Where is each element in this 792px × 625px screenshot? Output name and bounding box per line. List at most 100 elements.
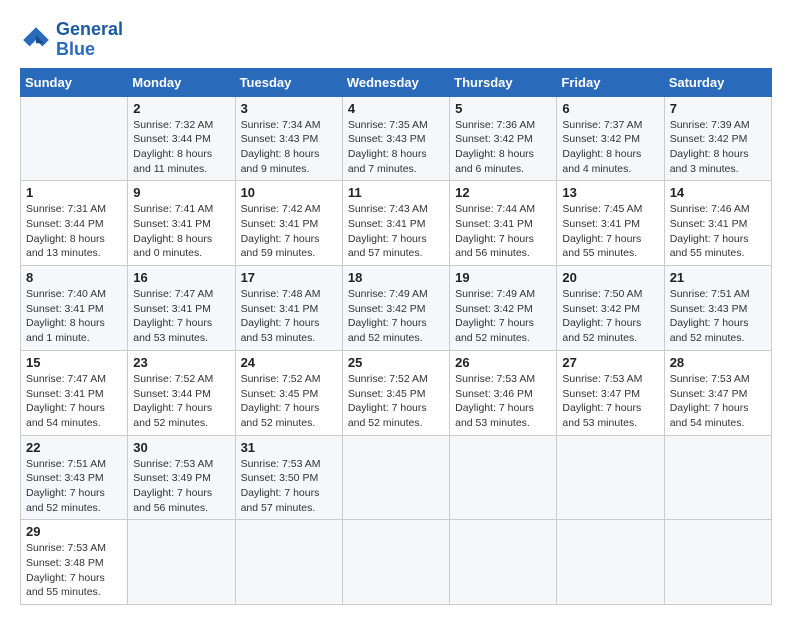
calendar-cell: 21 Sunrise: 7:51 AMSunset: 3:43 PMDayligh…: [664, 266, 771, 351]
day-info: Sunrise: 7:53 AMSunset: 3:47 PMDaylight:…: [562, 372, 658, 431]
day-info: Sunrise: 7:47 AMSunset: 3:41 PMDaylight:…: [133, 287, 229, 346]
calendar-cell: [235, 520, 342, 605]
calendar-cell: [21, 96, 128, 181]
weekday-header-tuesday: Tuesday: [235, 68, 342, 96]
day-info: Sunrise: 7:36 AMSunset: 3:42 PMDaylight:…: [455, 118, 551, 177]
day-number: 20: [562, 270, 658, 285]
day-number: 19: [455, 270, 551, 285]
weekday-header-saturday: Saturday: [664, 68, 771, 96]
calendar-cell: [450, 520, 557, 605]
day-number: 14: [670, 185, 766, 200]
day-info: Sunrise: 7:47 AMSunset: 3:41 PMDaylight:…: [26, 372, 122, 431]
weekday-header-monday: Monday: [128, 68, 235, 96]
day-info: Sunrise: 7:49 AMSunset: 3:42 PMDaylight:…: [455, 287, 551, 346]
logo-icon: [20, 24, 52, 56]
day-info: Sunrise: 7:34 AMSunset: 3:43 PMDaylight:…: [241, 118, 337, 177]
day-info: Sunrise: 7:40 AMSunset: 3:41 PMDaylight:…: [26, 287, 122, 346]
day-info: Sunrise: 7:46 AMSunset: 3:41 PMDaylight:…: [670, 202, 766, 261]
logo-text: General Blue: [56, 20, 123, 60]
day-number: 7: [670, 101, 766, 116]
calendar-cell: 7 Sunrise: 7:39 AMSunset: 3:42 PMDaylight…: [664, 96, 771, 181]
day-info: Sunrise: 7:48 AMSunset: 3:41 PMDaylight:…: [241, 287, 337, 346]
day-info: Sunrise: 7:53 AMSunset: 3:46 PMDaylight:…: [455, 372, 551, 431]
calendar-cell: 28Sunrise: 7:53 AMSunset: 3:47 PMDayligh…: [664, 350, 771, 435]
calendar-cell: 26 Sunrise: 7:53 AMSunset: 3:46 PMDayligh…: [450, 350, 557, 435]
day-number: 16: [133, 270, 229, 285]
calendar-cell: 23 Sunrise: 7:52 AMSunset: 3:44 PMDayligh…: [128, 350, 235, 435]
logo: General Blue: [20, 20, 123, 60]
day-number: 25: [348, 355, 444, 370]
day-number: 2: [133, 101, 229, 116]
day-number: 4: [348, 101, 444, 116]
calendar-cell: 30 Sunrise: 7:53 AMSunset: 3:49 PMDayligh…: [128, 435, 235, 520]
calendar-cell: 5Sunrise: 7:36 AMSunset: 3:42 PMDaylight…: [450, 96, 557, 181]
calendar-cell: 18 Sunrise: 7:49 AMSunset: 3:42 PMDayligh…: [342, 266, 449, 351]
calendar-cell: 24 Sunrise: 7:52 AMSunset: 3:45 PMDayligh…: [235, 350, 342, 435]
day-info: Sunrise: 7:39 AMSunset: 3:42 PMDaylight:…: [670, 118, 766, 177]
day-info: Sunrise: 7:49 AMSunset: 3:42 PMDaylight:…: [348, 287, 444, 346]
day-number: 27: [562, 355, 658, 370]
calendar-cell: [450, 435, 557, 520]
day-info: Sunrise: 7:53 AMSunset: 3:48 PMDaylight:…: [26, 541, 122, 600]
calendar-cell: [664, 520, 771, 605]
calendar-cell: [342, 520, 449, 605]
calendar-cell: 6 Sunrise: 7:37 AMSunset: 3:42 PMDaylight…: [557, 96, 664, 181]
day-number: 12: [455, 185, 551, 200]
day-number: 29: [26, 524, 122, 539]
calendar-cell: 4 Sunrise: 7:35 AMSunset: 3:43 PMDaylight…: [342, 96, 449, 181]
day-info: Sunrise: 7:53 AMSunset: 3:50 PMDaylight:…: [241, 457, 337, 516]
calendar-week-row: 8 Sunrise: 7:40 AMSunset: 3:41 PMDaylight…: [21, 266, 772, 351]
calendar-cell: 20Sunrise: 7:50 AMSunset: 3:42 PMDayligh…: [557, 266, 664, 351]
day-number: 26: [455, 355, 551, 370]
day-info: Sunrise: 7:37 AMSunset: 3:42 PMDaylight:…: [562, 118, 658, 177]
calendar-week-row: 1 Sunrise: 7:31 AMSunset: 3:44 PMDaylight…: [21, 181, 772, 266]
day-number: 30: [133, 440, 229, 455]
day-number: 1: [26, 185, 122, 200]
day-info: Sunrise: 7:52 AMSunset: 3:44 PMDaylight:…: [133, 372, 229, 431]
day-info: Sunrise: 7:42 AMSunset: 3:41 PMDaylight:…: [241, 202, 337, 261]
calendar-cell: [128, 520, 235, 605]
calendar-header-row: SundayMondayTuesdayWednesdayThursdayFrid…: [21, 68, 772, 96]
day-number: 11: [348, 185, 444, 200]
weekday-header-sunday: Sunday: [21, 68, 128, 96]
calendar-cell: 11 Sunrise: 7:43 AMSunset: 3:41 PMDayligh…: [342, 181, 449, 266]
day-number: 18: [348, 270, 444, 285]
day-number: 15: [26, 355, 122, 370]
calendar-cell: [342, 435, 449, 520]
calendar-cell: 19 Sunrise: 7:49 AMSunset: 3:42 PMDayligh…: [450, 266, 557, 351]
calendar-cell: 9Sunrise: 7:41 AMSunset: 3:41 PMDaylight…: [128, 181, 235, 266]
calendar-cell: 2 Sunrise: 7:32 AMSunset: 3:44 PMDaylight…: [128, 96, 235, 181]
calendar-week-row: 15 Sunrise: 7:47 AMSunset: 3:41 PMDayligh…: [21, 350, 772, 435]
day-number: 23: [133, 355, 229, 370]
calendar-cell: 10 Sunrise: 7:42 AMSunset: 3:41 PMDayligh…: [235, 181, 342, 266]
day-info: Sunrise: 7:35 AMSunset: 3:43 PMDaylight:…: [348, 118, 444, 177]
day-number: 13: [562, 185, 658, 200]
day-info: Sunrise: 7:51 AMSunset: 3:43 PMDaylight:…: [670, 287, 766, 346]
day-number: 17: [241, 270, 337, 285]
calendar-cell: 29 Sunrise: 7:53 AMSunset: 3:48 PMDayligh…: [21, 520, 128, 605]
day-number: 31: [241, 440, 337, 455]
day-number: 8: [26, 270, 122, 285]
day-info: Sunrise: 7:43 AMSunset: 3:41 PMDaylight:…: [348, 202, 444, 261]
calendar-cell: 22Sunrise: 7:51 AMSunset: 3:43 PMDayligh…: [21, 435, 128, 520]
calendar-cell: 15 Sunrise: 7:47 AMSunset: 3:41 PMDayligh…: [21, 350, 128, 435]
day-info: Sunrise: 7:32 AMSunset: 3:44 PMDaylight:…: [133, 118, 229, 177]
day-info: Sunrise: 7:45 AMSunset: 3:41 PMDaylight:…: [562, 202, 658, 261]
day-number: 10: [241, 185, 337, 200]
calendar-cell: [664, 435, 771, 520]
day-number: 6: [562, 101, 658, 116]
calendar-cell: 31 Sunrise: 7:53 AMSunset: 3:50 PMDayligh…: [235, 435, 342, 520]
day-number: 21: [670, 270, 766, 285]
weekday-header-thursday: Thursday: [450, 68, 557, 96]
day-info: Sunrise: 7:53 AMSunset: 3:47 PMDaylight:…: [670, 372, 766, 431]
calendar-cell: [557, 520, 664, 605]
calendar-cell: 3Sunrise: 7:34 AMSunset: 3:43 PMDaylight…: [235, 96, 342, 181]
calendar-cell: 8 Sunrise: 7:40 AMSunset: 3:41 PMDaylight…: [21, 266, 128, 351]
day-info: Sunrise: 7:53 AMSunset: 3:49 PMDaylight:…: [133, 457, 229, 516]
day-info: Sunrise: 7:52 AMSunset: 3:45 PMDaylight:…: [241, 372, 337, 431]
calendar-cell: 16 Sunrise: 7:47 AMSunset: 3:41 PMDayligh…: [128, 266, 235, 351]
calendar-cell: 12Sunrise: 7:44 AMSunset: 3:41 PMDayligh…: [450, 181, 557, 266]
day-info: Sunrise: 7:31 AMSunset: 3:44 PMDaylight:…: [26, 202, 122, 261]
page-header: General Blue: [20, 20, 772, 60]
day-number: 24: [241, 355, 337, 370]
